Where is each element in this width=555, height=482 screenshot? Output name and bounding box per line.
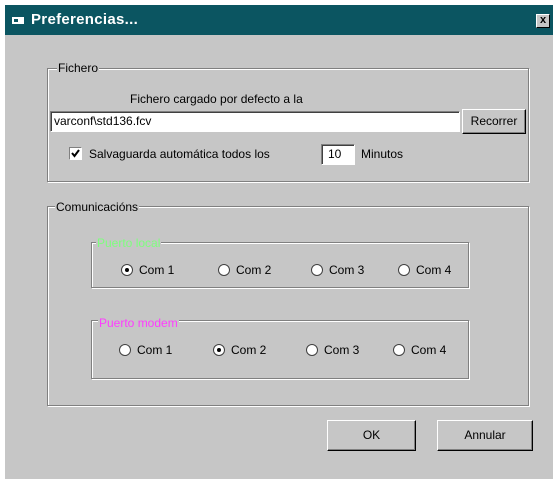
close-button[interactable]: x (536, 14, 550, 28)
browse-button-label: Recorrer (470, 114, 518, 128)
checkmark-icon (71, 149, 80, 158)
local-com3-label: Com 3 (329, 263, 365, 277)
modem-com2-label: Com 2 (231, 343, 267, 357)
autosave-checkbox[interactable] (69, 147, 82, 160)
radio-unselected-icon (119, 344, 131, 356)
browse-button[interactable]: Recorrer (462, 109, 526, 134)
preferences-dialog: Preferencias... x Fichero Fichero cargad… (5, 5, 553, 479)
cancel-button-label: Annular (464, 428, 506, 442)
radio-unselected-icon (306, 344, 318, 356)
radio-unselected-icon (393, 344, 405, 356)
default-file-label: Fichero cargado por defecto a la (130, 92, 303, 106)
minutes-label: Minutos (361, 147, 404, 161)
radio-unselected-icon (218, 264, 230, 276)
autosave-label: Salvaguarda automática todos los (89, 147, 270, 161)
modem-com2-radio[interactable]: Com 2 (213, 343, 266, 357)
puerto-modem-legend: Puerto modem (98, 316, 179, 330)
local-com4-label: Com 4 (416, 263, 452, 277)
fichero-legend: Fichero (57, 61, 100, 75)
close-icon: x (539, 14, 547, 26)
modem-com1-radio[interactable]: Com 1 (119, 343, 172, 357)
comunicaciones-legend: Comunicacións (55, 200, 140, 214)
modem-com4-label: Com 4 (411, 343, 447, 357)
local-com1-radio[interactable]: Com 1 (121, 263, 174, 277)
modem-com4-radio[interactable]: Com 4 (393, 343, 446, 357)
modem-com3-label: Com 3 (324, 343, 360, 357)
radio-unselected-icon (398, 264, 410, 276)
local-com2-label: Com 2 (236, 263, 272, 277)
local-com3-radio[interactable]: Com 3 (311, 263, 364, 277)
puerto-local-legend: Puerto local (96, 236, 162, 250)
ok-button[interactable]: OK (327, 420, 416, 451)
window-icon (12, 14, 24, 24)
window-title: Preferencias... (31, 11, 139, 28)
modem-com1-label: Com 1 (137, 343, 173, 357)
cancel-button[interactable]: Annular (437, 420, 533, 451)
minutes-input[interactable]: 10 (321, 144, 355, 165)
title-bar: Preferencias... x (5, 5, 553, 35)
ok-button-label: OK (362, 428, 381, 442)
local-com2-radio[interactable]: Com 2 (218, 263, 271, 277)
local-com1-label: Com 1 (139, 263, 175, 277)
radio-selected-icon (121, 264, 133, 276)
radio-selected-icon (213, 344, 225, 356)
local-com4-radio[interactable]: Com 4 (398, 263, 451, 277)
modem-com3-radio[interactable]: Com 3 (306, 343, 359, 357)
default-file-input[interactable]: varconf\std136.fcv (50, 111, 460, 132)
radio-unselected-icon (311, 264, 323, 276)
